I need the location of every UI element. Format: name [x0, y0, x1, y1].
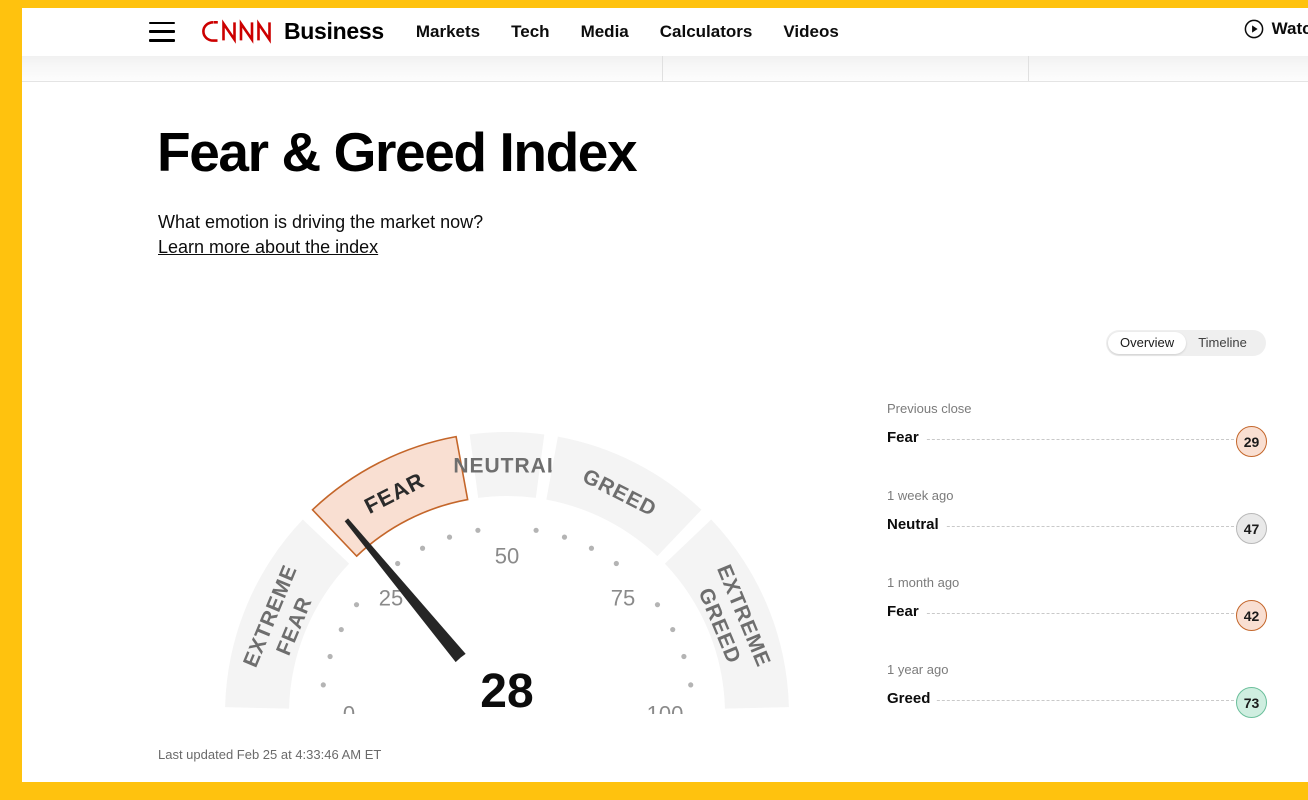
- gauge-tick-label: 0: [343, 702, 355, 727]
- play-circle-icon: [1244, 19, 1264, 39]
- reading-period-label: 1 month ago: [887, 576, 1267, 589]
- watch-label: Watch: [1272, 19, 1308, 39]
- cnn-business-logo[interactable]: Business: [201, 18, 384, 45]
- view-toggle: Overview Timeline: [1106, 330, 1266, 356]
- gauge-tick-dot: [688, 682, 693, 687]
- historical-reading-row: 1 week ago Neutral 47: [887, 489, 1267, 576]
- reading-score-badge: 29: [1236, 426, 1267, 457]
- gauge-tick-dot: [681, 654, 686, 659]
- nav-link-calculators[interactable]: Calculators: [660, 22, 753, 42]
- gauge-tick-dot: [395, 561, 400, 566]
- page-title: Fear & Greed Index: [157, 125, 636, 180]
- reading-state-label: Fear: [887, 429, 925, 446]
- leader-dots: [887, 700, 1239, 701]
- gauge-tick-dot: [328, 654, 333, 659]
- cnn-logo-icon: [201, 19, 279, 44]
- reading-state-label: Greed: [887, 690, 936, 707]
- tab-timeline[interactable]: Timeline: [1186, 332, 1259, 354]
- historical-reading-row: 1 month ago Fear 42: [887, 576, 1267, 663]
- learn-more-link[interactable]: Learn more about the index: [158, 237, 378, 258]
- gauge-tick-label: 75: [611, 586, 635, 611]
- gauge-tick-label: 100: [647, 702, 684, 727]
- reading-period-label: 1 year ago: [887, 663, 1267, 676]
- gauge-tick-dot: [339, 627, 344, 632]
- gauge-value: 28: [480, 665, 533, 718]
- gauge-tick-dot: [354, 602, 359, 607]
- leader-dots: [887, 439, 1239, 440]
- gauge-tick-dot: [589, 546, 594, 551]
- nav-link-videos[interactable]: Videos: [783, 22, 838, 42]
- reading-period-label: Previous close: [887, 402, 1267, 415]
- reading-score-badge: 73: [1236, 687, 1267, 718]
- last-updated-text: Last updated Feb 25 at 4:33:46 AM ET: [158, 747, 381, 762]
- gauge-tick-dot: [655, 602, 660, 607]
- gauge-svg: EXTREMEFEARFEARNEUTRALGREEDEXTREMEGREED0…: [152, 352, 862, 726]
- hamburger-icon[interactable]: [149, 22, 175, 42]
- gauge-tick-dot: [562, 535, 567, 540]
- gauge-tick-label: 50: [495, 544, 519, 569]
- historical-reading-row: Previous close Fear 29: [887, 402, 1267, 489]
- gauge-tick-dot: [670, 627, 675, 632]
- gauge-tick-dot: [447, 535, 452, 540]
- page-subtitle: What emotion is driving the market now?: [158, 212, 483, 233]
- gauge-tick-dot: [475, 528, 480, 533]
- gauge-tick-dot: [614, 561, 619, 566]
- leader-dots: [887, 613, 1239, 614]
- watch-button[interactable]: Watch: [1244, 19, 1308, 39]
- brand-word: Business: [284, 18, 384, 45]
- reading-state-label: Neutral: [887, 516, 945, 533]
- gauge-tick-dot: [420, 546, 425, 551]
- tab-overview[interactable]: Overview: [1108, 332, 1186, 354]
- fear-greed-gauge: EXTREMEFEARFEARNEUTRALGREEDEXTREMEGREED0…: [152, 352, 862, 726]
- main-content: Fear & Greed Index What emotion is drivi…: [22, 82, 1308, 782]
- reading-state-label: Fear: [887, 603, 925, 620]
- nav-link-markets[interactable]: Markets: [416, 22, 480, 42]
- browser-viewport: US court upholds insurance founder and: [22, 8, 1308, 782]
- historical-reading-row: 1 year ago Greed 73: [887, 663, 1267, 750]
- site-header: Business Markets Tech Media Calculators …: [22, 8, 1308, 56]
- nav-link-media[interactable]: Media: [581, 22, 629, 42]
- primary-nav: Markets Tech Media Calculators Videos: [416, 22, 839, 42]
- gauge-tick-dot: [321, 682, 326, 687]
- gauge-segment-label: NEUTRAL: [453, 455, 560, 478]
- nav-link-tech[interactable]: Tech: [511, 22, 549, 42]
- gauge-needle: [345, 518, 466, 662]
- reading-score-badge: 47: [1236, 513, 1267, 544]
- reading-period-label: 1 week ago: [887, 489, 1267, 502]
- gauge-tick-dot: [533, 528, 538, 533]
- historical-readings-panel: Previous closeFear291 week agoNeutral471…: [887, 402, 1267, 750]
- reading-score-badge: 42: [1236, 600, 1267, 631]
